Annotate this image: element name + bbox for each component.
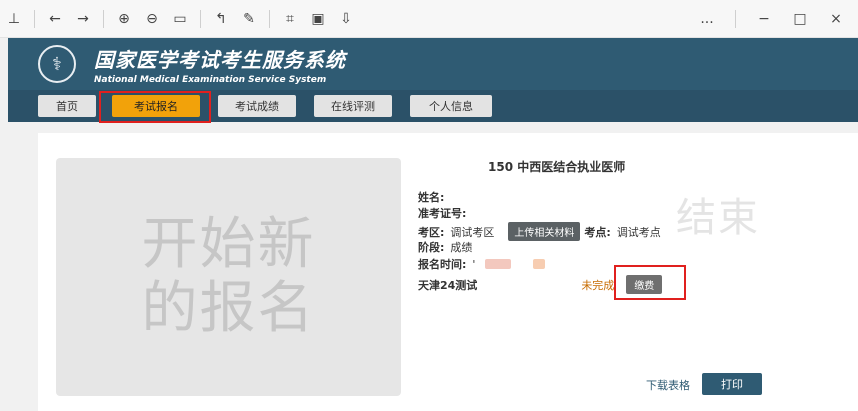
ended-watermark: 结束 [676,195,760,241]
fit-icon[interactable]: ▭ [166,5,194,33]
site-value: 调试考点 [616,225,661,239]
status-badge: 未完成 [581,278,615,292]
new-registration-line1: 开始新 [141,212,316,277]
zoom-in-icon[interactable]: ⊕ [110,5,138,33]
exam-name: 天津24测试 [418,278,478,292]
area-label: 考区: [418,225,445,239]
back-icon[interactable]: ← [41,5,69,33]
zoom-out-icon[interactable]: ⊖ [138,5,166,33]
exam-title: 150 中西医结合执业医师 [488,160,626,174]
stage-value: 成绩 [450,241,473,254]
site-header: ⚕ 国家医学考试考生服务系统 National Medical Examinat… [8,38,858,90]
new-registration-card[interactable]: 开始新 的报名 [56,158,401,396]
redacted-block [533,259,546,269]
site-subtitle: National Medical Examination Service Sys… [94,74,327,85]
crop-icon[interactable]: ⌗ [276,5,304,33]
highlight-box-nav [99,91,211,123]
nav-online-assessment[interactable]: 在线评测 [314,95,392,117]
rotate-icon[interactable]: ↰ [207,5,235,33]
nav-home[interactable]: 首页 [38,95,96,117]
upload-materials-button[interactable]: 上传相关材料 [508,222,581,241]
redacted-block [485,259,512,269]
ticket-row: 准考证号: [418,205,472,221]
toolbar-divider [103,9,104,28]
toolbar-divider [735,9,736,28]
site-label: 考点: [584,225,611,239]
name-label: 姓名: [418,191,445,204]
highlight-box-pay [614,265,686,300]
area-value: 调试考区 [450,225,495,239]
time-row: 报名时间: ' [418,256,546,272]
maximize-icon[interactable]: □ [786,5,814,33]
time-value: ' [472,257,476,271]
more-icon[interactable]: ... [693,5,721,33]
edit-icon[interactable]: ✎ [235,5,263,33]
content-panel: 开始新 的报名 150 中西医结合执业医师 姓名: 准考证号: 考区: 调试考区… [38,133,858,411]
time-label: 报名时间: [418,258,467,271]
screenshot-icon[interactable]: ▣ [304,5,332,33]
minimize-icon[interactable]: − [750,5,778,33]
export-icon[interactable]: ⇩ [332,5,360,33]
site-title: 国家医学考试考生服务系统 [94,47,346,72]
viewer-toolbar: ⊥ ← → ⊕ ⊖ ▭ ↰ ✎ ⌗ ▣ ⇩ ... − □ × [0,0,858,38]
stage-label: 阶段: [418,241,445,254]
toolbar-divider [200,9,201,28]
nav-personal-info[interactable]: 个人信息 [410,95,492,117]
name-row: 姓名: [418,189,450,205]
toolbar-divider [34,9,35,28]
toolbar-divider [269,9,270,28]
print-button[interactable]: 打印 [702,373,762,395]
pin-icon[interactable]: ⊥ [0,5,28,33]
close-icon[interactable]: × [822,5,850,33]
site-title-block: 国家医学考试考生服务系统 National Medical Examinatio… [94,44,346,85]
download-form-link[interactable]: 下载表格 [646,377,690,393]
new-registration-line2: 的报名 [141,276,316,341]
ticket-label: 准考证号: [418,207,467,220]
forward-icon[interactable]: → [69,5,97,33]
nav-exam-results[interactable]: 考试成绩 [218,95,296,117]
stage-row: 阶段: 成绩 [418,239,472,255]
emblem-logo-icon: ⚕ [38,45,76,83]
